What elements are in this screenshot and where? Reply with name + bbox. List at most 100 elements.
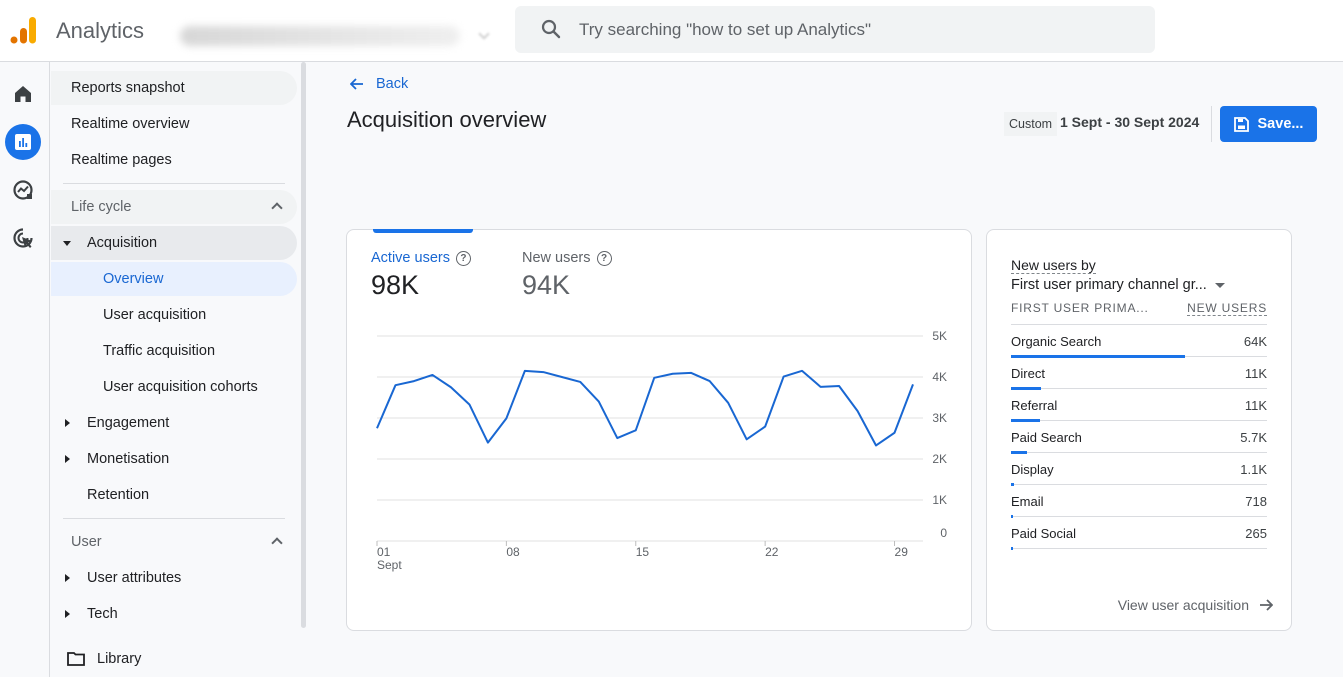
data-point[interactable] — [614, 435, 620, 441]
data-point[interactable] — [540, 369, 546, 375]
data-point[interactable] — [411, 378, 417, 384]
dimension-dropdown[interactable]: First user primary channel gr... — [1011, 277, 1225, 293]
table-row[interactable]: Paid Social 265 — [1011, 518, 1267, 550]
nav-divider — [63, 518, 285, 519]
data-point[interactable] — [448, 384, 454, 390]
channel-label: Organic Search — [1011, 334, 1102, 349]
save-button[interactable]: Save... — [1220, 106, 1317, 142]
nav-acquisition[interactable]: Acquisition — [51, 226, 297, 260]
table-row[interactable]: Email 718 — [1011, 486, 1267, 518]
nav-realtime-overview[interactable]: Realtime overview — [51, 107, 297, 141]
rail-explore[interactable] — [5, 172, 41, 208]
table-row[interactable]: Paid Search 5.7K — [1011, 422, 1267, 454]
data-point[interactable] — [559, 374, 565, 380]
data-point[interactable] — [466, 401, 472, 407]
nav-traffic-acquisition[interactable]: Traffic acquisition — [51, 334, 297, 368]
active-users-card: Active users? 98K New users? 94K 0 1K 2K 3K… — [346, 229, 972, 631]
app-title: Analytics — [56, 18, 145, 43]
data-point[interactable] — [725, 400, 731, 406]
x-tick-label: 22 — [765, 545, 779, 559]
data-point[interactable] — [910, 381, 916, 387]
data-point[interactable] — [744, 436, 750, 442]
date-preset-chip[interactable]: Custom — [1004, 112, 1058, 136]
nav-label: Monetisation — [87, 451, 170, 467]
table-row[interactable]: Organic Search 64K — [1011, 326, 1267, 358]
left-rail — [0, 62, 50, 677]
data-point[interactable] — [651, 375, 657, 381]
x-tick-label: 01 — [377, 545, 391, 559]
data-point[interactable] — [781, 374, 787, 380]
account-selector[interactable] — [180, 26, 460, 46]
nav-acquisition-overview[interactable]: Overview — [51, 262, 297, 296]
nav-scrollbar[interactable] — [301, 62, 306, 628]
data-point[interactable] — [670, 371, 676, 377]
nav-library[interactable]: Library — [51, 642, 297, 676]
caret-right-icon — [65, 455, 70, 463]
data-point[interactable] — [522, 368, 528, 374]
folder-icon — [67, 652, 85, 666]
nav-realtime-pages[interactable]: Realtime pages — [51, 143, 297, 177]
save-label: Save... — [1257, 116, 1304, 132]
save-icon — [1233, 116, 1249, 132]
x-tick-label: 15 — [636, 545, 650, 559]
data-point[interactable] — [429, 372, 435, 378]
search-bar[interactable] — [515, 6, 1155, 53]
nav-user-acquisition[interactable]: User acquisition — [51, 298, 297, 332]
data-point[interactable] — [503, 415, 509, 421]
data-point[interactable] — [873, 442, 879, 448]
data-point[interactable] — [392, 382, 398, 388]
y-tick-label: 2K — [932, 452, 947, 466]
back-link[interactable]: Back — [350, 76, 408, 92]
data-point[interactable] — [633, 427, 639, 433]
channel-value: 11K — [1244, 398, 1267, 413]
data-point[interactable] — [836, 383, 842, 389]
y-tick-label: 1K — [932, 493, 947, 507]
nav-retention[interactable]: Retention — [51, 478, 297, 512]
nav-section-lifecycle[interactable]: Life cycle — [51, 190, 297, 224]
y-tick-label: 5K — [932, 329, 947, 343]
table-row[interactable]: Referral 11K — [1011, 390, 1267, 422]
data-point[interactable] — [374, 425, 380, 431]
data-point[interactable] — [577, 379, 583, 385]
search-input[interactable] — [579, 6, 1139, 53]
data-point[interactable] — [799, 368, 805, 374]
data-point[interactable] — [485, 440, 491, 446]
divider — [1011, 324, 1267, 325]
y-tick-label: 4K — [932, 370, 947, 384]
date-range[interactable]: 1 Sept - 30 Sept 2024 — [1060, 114, 1199, 130]
top-bar: Analytics — [0, 0, 1343, 62]
nav-divider — [63, 183, 285, 184]
chevron-down-icon[interactable] — [478, 28, 490, 40]
rail-reports[interactable] — [5, 124, 41, 160]
series-line-active-users[interactable] — [376, 369, 914, 447]
caret-down-icon — [63, 241, 71, 246]
data-point[interactable] — [596, 399, 602, 405]
analytics-logo[interactable] — [10, 15, 38, 45]
nav-user-acquisition-cohorts[interactable]: User acquisition cohorts — [51, 370, 297, 404]
nav-label: Engagement — [87, 415, 170, 431]
data-point[interactable] — [892, 430, 898, 436]
data-point[interactable] — [818, 384, 824, 390]
nav-user-attributes[interactable]: User attributes — [51, 561, 297, 595]
table-row[interactable]: Direct 11K — [1011, 358, 1267, 390]
column-header-new-users[interactable]: NEW USERS — [1187, 301, 1267, 316]
bar-track — [1011, 516, 1267, 517]
home-icon — [15, 86, 31, 102]
data-point[interactable] — [688, 370, 694, 376]
section-label: User — [71, 534, 102, 550]
nav-reports-snapshot[interactable]: Reports snapshot — [51, 71, 297, 105]
reports-icon — [15, 134, 31, 150]
nav-monetisation[interactable]: Monetisation — [51, 442, 297, 476]
data-point[interactable] — [762, 424, 768, 430]
rail-advertising[interactable] — [5, 220, 41, 256]
data-point[interactable] — [855, 408, 861, 414]
x-tick-label: 29 — [895, 545, 909, 559]
data-point[interactable] — [707, 378, 713, 384]
rail-home[interactable] — [5, 76, 41, 112]
channel-value: 718 — [1245, 494, 1267, 509]
nav-engagement[interactable]: Engagement — [51, 406, 297, 440]
nav-tech[interactable]: Tech — [51, 597, 297, 631]
view-user-acquisition-link[interactable]: View user acquisition — [1118, 597, 1273, 613]
nav-section-user[interactable]: User — [51, 525, 297, 559]
table-row[interactable]: Display 1.1K — [1011, 454, 1267, 486]
